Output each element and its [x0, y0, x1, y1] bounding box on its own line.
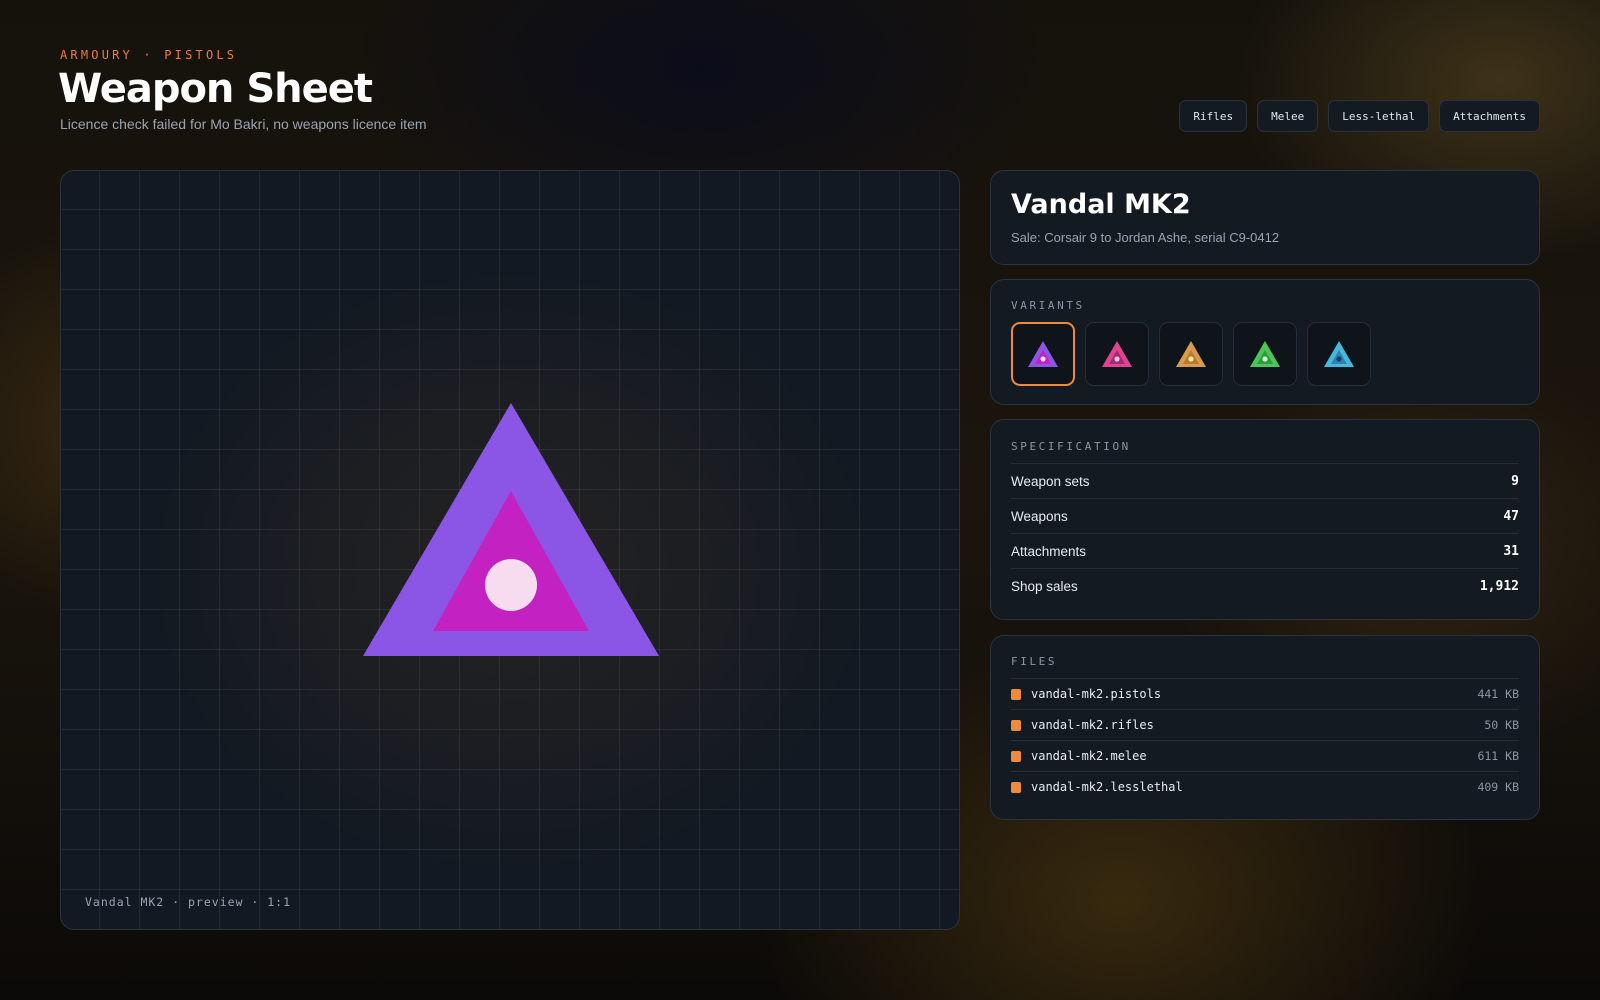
emblem-center-dot	[485, 559, 537, 611]
page-eyebrow: ARMOURY · PISTOLS	[60, 48, 238, 62]
spec-key: Attachments	[1011, 543, 1087, 559]
file-row[interactable]: vandal-mk2.melee 611 KB	[1011, 740, 1519, 771]
file-size: 441 KB	[1477, 687, 1519, 701]
variant-swatch-4[interactable]	[1233, 322, 1297, 386]
file-icon	[1011, 750, 1021, 762]
spec-row: Attachments 31	[1011, 533, 1519, 568]
triangle-emblem-icon	[1028, 341, 1058, 367]
nav-less-lethal-button[interactable]: Less-lethal	[1328, 100, 1430, 132]
triangle-emblem-icon	[1102, 341, 1132, 367]
nav-melee-button[interactable]: Melee	[1257, 100, 1319, 132]
file-name: vandal-mk2.melee	[1031, 749, 1147, 763]
file-name: vandal-mk2.pistols	[1031, 687, 1162, 701]
file-name: vandal-mk2.lesslethal	[1031, 780, 1183, 794]
item-sale-info: Sale: Corsair 9 to Jordan Ashe, serial C…	[1011, 230, 1280, 245]
spec-value: 31	[1503, 543, 1519, 559]
category-nav: Rifles Melee Less-lethal Attachments	[1179, 100, 1540, 132]
variant-swatch-2[interactable]	[1085, 322, 1149, 386]
variant-swatch-1[interactable]	[1011, 322, 1075, 386]
specification-card: SPECIFICATION Weapon sets 9 Weapons 47 A…	[990, 419, 1540, 620]
spec-value: 1,912	[1479, 578, 1519, 594]
spec-value: 9	[1511, 473, 1519, 489]
triangle-emblem-icon	[1324, 341, 1354, 367]
file-row[interactable]: vandal-mk2.lesslethal 409 KB	[1011, 771, 1519, 802]
spec-row: Weapon sets 9	[1011, 463, 1519, 498]
triangle-emblem-icon	[1176, 341, 1206, 367]
specification-label: SPECIFICATION	[1011, 440, 1131, 453]
variants-card: VARIANTS	[990, 279, 1540, 405]
spec-key: Weapons	[1011, 508, 1068, 524]
spec-key: Weapon sets	[1011, 473, 1090, 489]
file-icon	[1011, 688, 1021, 700]
page-subtitle: Licence check failed for Mo Bakri, no we…	[60, 116, 427, 132]
file-icon	[1011, 719, 1021, 731]
file-size: 50 KB	[1484, 718, 1519, 732]
variants-label: VARIANTS	[1011, 299, 1085, 312]
file-name: vandal-mk2.rifles	[1031, 718, 1154, 732]
spec-row: Shop sales 1,912	[1011, 568, 1519, 603]
item-header-card: Vandal MK2 Sale: Corsair 9 to Jordan Ash…	[990, 170, 1540, 265]
variant-list	[1011, 322, 1519, 386]
spec-value: 47	[1503, 508, 1519, 524]
triangle-emblem-icon	[151, 271, 871, 871]
item-name: Vandal MK2	[1011, 189, 1191, 220]
spec-key: Shop sales	[1011, 578, 1078, 594]
spec-row: Weapons 47	[1011, 498, 1519, 533]
file-icon	[1011, 781, 1021, 793]
nav-rifles-button[interactable]: Rifles	[1179, 100, 1248, 132]
variant-swatch-5[interactable]	[1307, 322, 1371, 386]
nav-attachments-button[interactable]: Attachments	[1439, 100, 1540, 132]
file-row[interactable]: vandal-mk2.pistols 441 KB	[1011, 678, 1519, 709]
files-card: FILES vandal-mk2.pistols 441 KB vandal-m…	[990, 635, 1540, 820]
files-label: FILES	[1011, 655, 1058, 668]
file-row[interactable]: vandal-mk2.rifles 50 KB	[1011, 709, 1519, 740]
page-title: Weapon Sheet	[58, 66, 373, 112]
triangle-emblem-icon	[1250, 341, 1280, 367]
weapon-preview-canvas[interactable]: Vandal MK2 · preview · 1:1	[60, 170, 960, 930]
file-size: 611 KB	[1477, 749, 1519, 763]
file-size: 409 KB	[1477, 780, 1519, 794]
variant-swatch-3[interactable]	[1159, 322, 1223, 386]
preview-caption: Vandal MK2 · preview · 1:1	[85, 895, 292, 909]
